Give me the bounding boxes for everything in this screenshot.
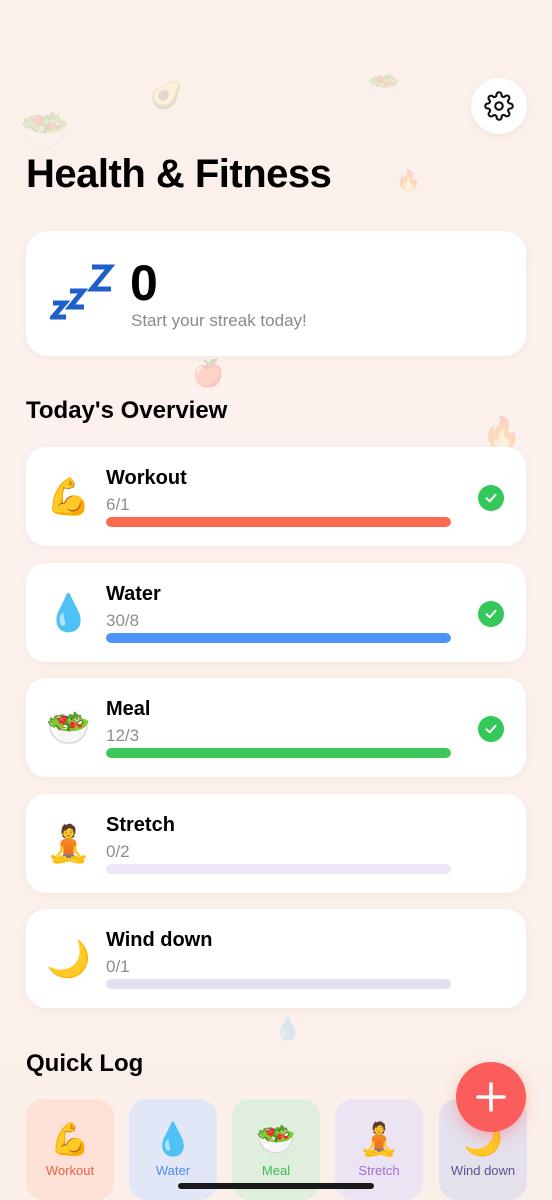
goal-progress-fill [106,633,451,643]
goal-progress-bar [106,633,451,643]
background-decoration: 🥗 [20,108,70,152]
goal-name: Wind down [106,929,213,951]
salad-icon: 🥗 [46,707,91,748]
quick-log-label: Meal [261,1163,291,1178]
quick-log-label: Wind down [450,1163,516,1178]
water-drop-icon: 💧 [46,592,91,633]
checkmark-icon [478,716,504,742]
salad-icon: 🥗 [256,1121,296,1157]
settings-button[interactable] [471,78,527,134]
quick-log-workout-button[interactable]: 💪 Workout [26,1099,114,1200]
goal-progress-fill [106,517,451,527]
water-drop-icon: 💧 [153,1121,193,1157]
goal-card-wind-down[interactable]: 🌙 Wind down 0/1 [26,909,526,1008]
goal-card-water[interactable]: 💧 Water 30/8 [26,563,526,662]
goal-progress-bar [106,748,451,758]
goal-name: Meal [106,698,151,720]
flexed-biceps-icon: 💪 [46,476,91,517]
background-decoration: 💧 [274,1016,302,1041]
plus-icon [476,1082,506,1112]
crescent-moon-icon: 🌙 [46,938,91,979]
quick-log-title: Quick Log [26,1050,144,1077]
streak-card[interactable]: 0 Start your streak today! [26,231,526,356]
background-decoration: 🥗 [368,70,401,100]
sleep-zzz-icon [50,264,116,320]
background-decoration: 🔥 [396,170,421,192]
quick-log-label: Water [155,1163,191,1178]
background-decoration: 🥑 [150,80,183,110]
goal-count: 12/3 [106,726,140,745]
goal-progress-fill [106,748,451,758]
meditation-icon: 🧘 [359,1121,399,1157]
gear-icon [484,91,514,121]
goal-name: Stretch [106,814,175,836]
goal-card-meal[interactable]: 🥗 Meal 12/3 [26,678,526,777]
goal-name: Workout [106,467,187,489]
goal-progress-bar [106,517,451,527]
goal-progress-bar [106,864,451,874]
overview-title: Today's Overview [26,397,228,424]
goal-count: 6/1 [106,495,130,514]
background-decoration: 🍎 [192,358,225,388]
flexed-biceps-icon: 💪 [50,1121,90,1157]
goal-progress-bar [106,979,451,989]
add-entry-button[interactable] [456,1062,526,1132]
goal-name: Water [106,583,161,605]
streak-subtitle: Start your streak today! [131,311,307,330]
streak-count: 0 [130,255,158,311]
quick-log-label: Workout [45,1163,95,1178]
page-title: Health & Fitness [26,152,332,196]
goal-card-stretch[interactable]: 🧘 Stretch 0/2 [26,794,526,893]
checkmark-icon [478,485,504,511]
goal-count: 30/8 [106,611,140,630]
checkmark-icon [478,601,504,627]
goal-card-workout[interactable]: 💪 Workout 6/1 [26,447,526,546]
meditation-icon: 🧘 [46,823,91,864]
goal-count: 0/2 [106,842,130,861]
goal-count: 0/1 [106,957,130,976]
quick-log-label: Stretch [358,1163,400,1178]
home-indicator [178,1183,374,1189]
